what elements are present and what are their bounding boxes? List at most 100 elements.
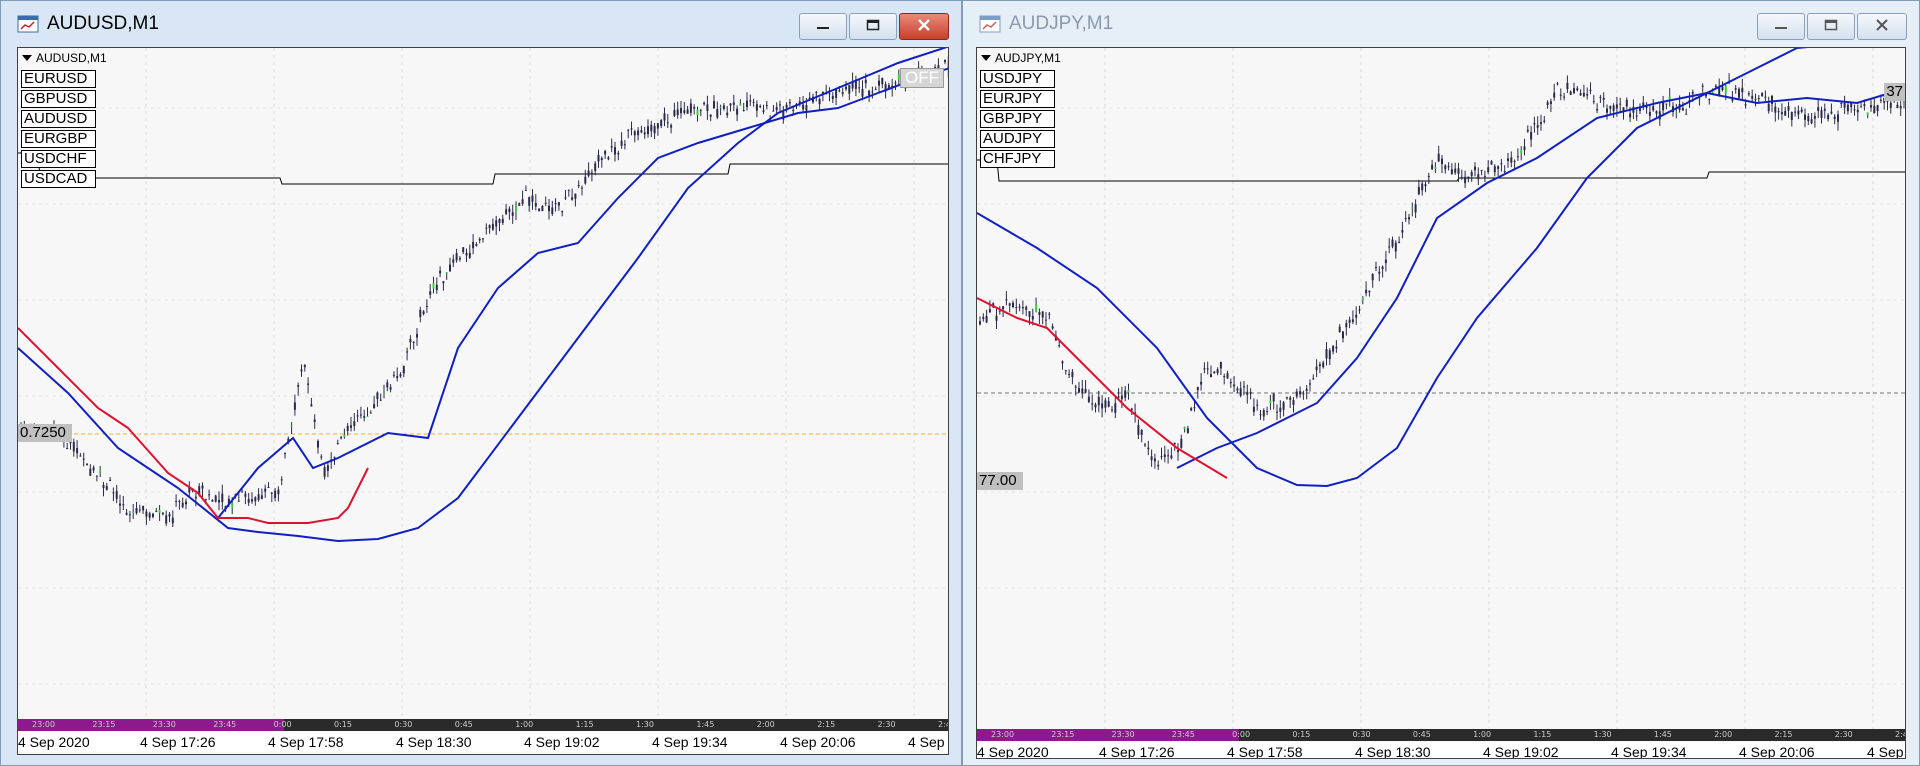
candle-body bbox=[1467, 176, 1470, 179]
candle-body bbox=[746, 100, 748, 108]
candle-body bbox=[1549, 101, 1552, 105]
symbol-button-usdchf[interactable]: USDCHF bbox=[21, 150, 96, 168]
candle-body bbox=[1226, 373, 1229, 379]
audusd-chart-window[interactable]: AUDUSD,M1 AUDUSD,M1 EURUSD GBPUSD AUDUSD EU… bbox=[0, 0, 962, 766]
candle-body bbox=[544, 202, 547, 204]
candle-body bbox=[739, 103, 742, 106]
candle-body bbox=[1351, 319, 1354, 323]
symbol-button-eurgbp[interactable]: EURGBP bbox=[21, 130, 96, 148]
candle-body bbox=[102, 485, 105, 488]
candle-body bbox=[1193, 407, 1196, 409]
candle-body bbox=[1771, 95, 1773, 104]
candle-body bbox=[251, 499, 253, 502]
candle-body bbox=[686, 109, 689, 114]
candle-body bbox=[353, 421, 356, 427]
candle-body bbox=[1144, 444, 1146, 446]
candle-body bbox=[501, 218, 504, 223]
candle-body bbox=[1464, 176, 1467, 184]
candle-body bbox=[1285, 397, 1288, 399]
candle-body bbox=[221, 493, 224, 503]
symbol-button-usdjpy[interactable]: USDJPY bbox=[980, 70, 1055, 88]
candle-body bbox=[759, 106, 762, 108]
symbol-button-eurjpy[interactable]: EURJPY bbox=[980, 90, 1055, 108]
candle-body bbox=[455, 253, 458, 261]
close-button[interactable] bbox=[1857, 13, 1907, 40]
candle-body bbox=[1457, 168, 1460, 174]
candle-body bbox=[1757, 98, 1760, 100]
candle-body bbox=[1487, 167, 1490, 173]
candle-body bbox=[1655, 111, 1658, 114]
candle-body bbox=[247, 498, 250, 503]
audjpy-chart-window[interactable]: AUDJPY,M1 AUDJPY,M1 USDJPY EURJPY GBPJPY AU… bbox=[962, 0, 1920, 766]
candle-body bbox=[1477, 174, 1480, 180]
price-chart[interactable]: AUDJPY,M1 USDJPY EURJPY GBPJPY AUDJPY CHFJPY… bbox=[976, 47, 1906, 759]
time-strip-label: 1:00 bbox=[515, 720, 534, 729]
candle-body bbox=[472, 242, 475, 249]
candle-body bbox=[1259, 414, 1262, 416]
chart-canvas[interactable] bbox=[977, 48, 1906, 759]
medium-moving-average bbox=[217, 67, 948, 519]
candle-body bbox=[439, 270, 442, 274]
price-chart[interactable]: AUDUSD,M1 EURUSD GBPUSD AUDUSD EURGBP USDCHF… bbox=[17, 47, 949, 755]
slow-moving-average bbox=[977, 48, 1809, 488]
candle-body bbox=[1741, 87, 1744, 93]
candle-body bbox=[1361, 297, 1364, 301]
chart-canvas[interactable] bbox=[18, 48, 949, 755]
minimize-button[interactable] bbox=[799, 13, 847, 40]
candle-body bbox=[1774, 106, 1777, 113]
candle-body bbox=[442, 281, 445, 284]
chart-symbol-header[interactable]: AUDUSD,M1 bbox=[22, 51, 107, 65]
candle-body bbox=[1398, 241, 1401, 243]
candle-body bbox=[979, 321, 981, 325]
time-strip-label: 2:15 bbox=[817, 720, 836, 729]
right-price-label: 37 bbox=[1884, 83, 1905, 101]
symbol-button-audusd[interactable]: AUDUSD bbox=[21, 110, 96, 128]
symbol-button-audjpy[interactable]: AUDJPY bbox=[980, 130, 1055, 148]
candle-body bbox=[841, 92, 844, 94]
time-strip-label: 1:45 bbox=[1653, 730, 1672, 739]
candle-body bbox=[89, 468, 92, 476]
candle-body bbox=[1002, 306, 1005, 310]
candle-body bbox=[647, 126, 649, 135]
candle-body bbox=[1691, 92, 1694, 94]
time-strip-label: 1:30 bbox=[1593, 730, 1612, 739]
candle-body bbox=[689, 103, 692, 113]
maximize-button[interactable] bbox=[849, 13, 897, 40]
minimize-button[interactable] bbox=[1757, 13, 1805, 40]
candle-body bbox=[1219, 361, 1222, 369]
candle-body bbox=[1345, 323, 1348, 328]
candle-body bbox=[878, 80, 880, 86]
candle-body bbox=[874, 88, 877, 90]
candle-body bbox=[1147, 447, 1150, 450]
symbol-button-gbpusd[interactable]: GBPUSD bbox=[21, 90, 96, 108]
symbol-button-eurusd[interactable]: EURUSD bbox=[21, 70, 96, 88]
candle-body bbox=[1764, 96, 1767, 98]
candle-body bbox=[1394, 242, 1397, 252]
candle-body bbox=[379, 399, 382, 401]
close-button[interactable] bbox=[899, 13, 949, 40]
candle-body bbox=[1236, 388, 1239, 391]
candle-body bbox=[1035, 304, 1038, 312]
candle-body bbox=[1355, 314, 1358, 318]
chart-symbol-header[interactable]: AUDJPY,M1 bbox=[981, 51, 1061, 65]
candle-body bbox=[277, 489, 280, 495]
candle-body bbox=[1015, 306, 1018, 308]
candle-body bbox=[254, 497, 257, 502]
candle-body bbox=[722, 105, 725, 109]
candle-body bbox=[112, 492, 115, 494]
candle-body bbox=[1536, 125, 1539, 128]
candle-body bbox=[792, 110, 795, 112]
candle-body bbox=[333, 456, 336, 458]
symbol-button-usdcad[interactable]: USDCAD bbox=[21, 170, 96, 188]
candle-body bbox=[1800, 109, 1803, 112]
symbol-button-chfjpy[interactable]: CHFJPY bbox=[980, 150, 1055, 168]
symbol-button-gbpjpy[interactable]: GBPJPY bbox=[980, 110, 1055, 128]
candle-body bbox=[1523, 146, 1526, 151]
candle-body bbox=[584, 176, 587, 184]
candle-body bbox=[785, 104, 788, 108]
time-strip-label: 1:00 bbox=[1473, 730, 1492, 739]
off-button[interactable]: OFF bbox=[900, 68, 944, 88]
candle-body bbox=[1206, 368, 1209, 370]
candle-body bbox=[581, 187, 583, 189]
maximize-button[interactable] bbox=[1807, 13, 1855, 40]
